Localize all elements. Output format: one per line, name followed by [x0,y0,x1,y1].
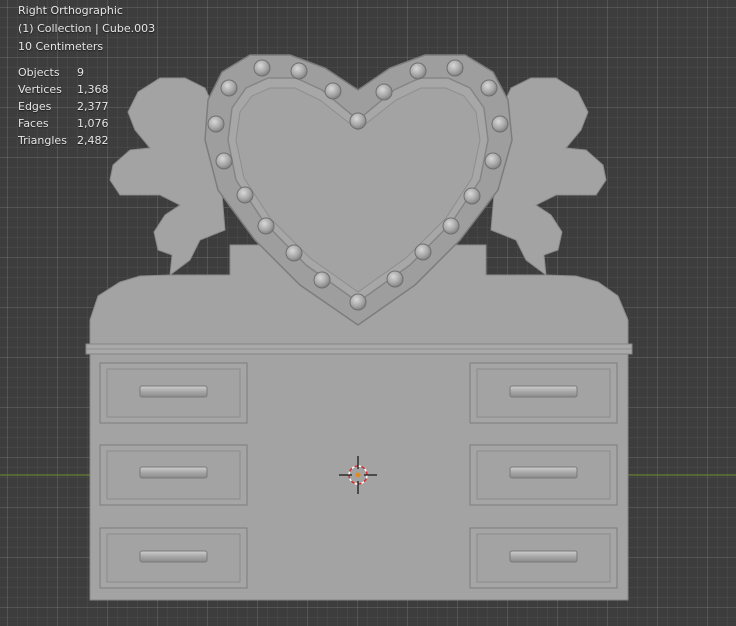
3d-viewport[interactable]: Right Orthographic (1) Collection | Cube… [0,0,736,626]
stat-edges: Edges 2,377 [18,98,109,115]
stud [324,82,342,100]
drawer-handle [509,466,578,479]
stat-vertices: Vertices 1,368 [18,81,109,98]
stat-label: Triangles [18,134,67,147]
drawer-handle [139,466,208,479]
stud [349,112,367,130]
stud [375,83,393,101]
drawer-handle [509,385,578,398]
stud [220,79,238,97]
stud [484,152,502,170]
stat-label: Vertices [18,83,62,96]
stud [491,115,509,133]
view-name: Right Orthographic [18,4,123,17]
drawer-left-2 [99,444,248,506]
stud [442,217,460,235]
drawer-handle [509,550,578,563]
stud [236,186,254,204]
stud [386,270,404,288]
drawer-handle [139,385,208,398]
stud [349,293,367,311]
stat-objects: Objects 9 [18,64,109,81]
scale-line: 10 Centimeters [18,40,104,53]
drawer-left-1 [99,362,248,424]
drawer-handle [139,550,208,563]
stat-label: Edges [18,100,52,113]
drawer-right-2 [469,444,618,506]
stud [290,62,308,80]
stat-label: Objects [18,66,60,79]
stud [409,62,427,80]
stat-value: 1,076 [77,117,109,130]
drawer-right-3 [469,527,618,589]
stud [215,152,233,170]
stud [207,115,225,133]
viewport-info: Right Orthographic (1) Collection | Cube… [18,2,155,56]
drawer-left-3 [99,527,248,589]
stud [313,271,331,289]
scene-statistics: Objects 9 Vertices 1,368 Edges 2,377 Fac… [18,64,109,149]
stat-label: Faces [18,117,49,130]
stat-faces: Faces 1,076 [18,115,109,132]
collection-line: (1) Collection | Cube.003 [18,22,156,35]
stud [285,244,303,262]
stud [463,187,481,205]
stud [414,243,432,261]
scene-canvas[interactable] [0,0,736,626]
stud [480,79,498,97]
stat-value: 2,482 [77,134,109,147]
drawer-right-1 [469,362,618,424]
stud [253,59,271,77]
stat-triangles: Triangles 2,482 [18,132,109,149]
stat-value: 9 [77,66,84,79]
stat-value: 2,377 [77,100,109,113]
stat-value: 1,368 [77,83,109,96]
stud [257,217,275,235]
stud [446,59,464,77]
